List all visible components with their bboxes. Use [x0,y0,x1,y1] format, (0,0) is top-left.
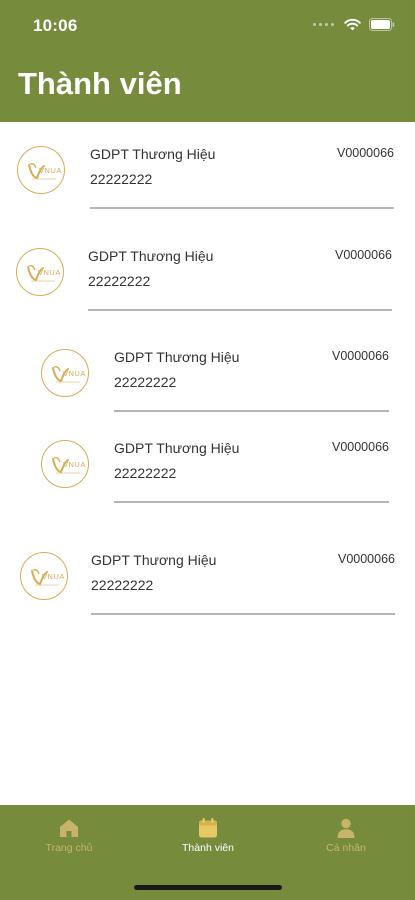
member-name: GDPT Thương Hiệu [114,349,240,365]
tab-profile-label: Cá nhân [326,842,366,854]
member-phone: 22222222 [90,171,153,187]
member-list-item[interactable]: VNUA GDPT Thương Hiệu V0000066 22222222 [16,248,392,318]
tab-home[interactable]: Trang chủ [14,817,124,867]
home-icon [60,819,78,837]
tab-members-label: Thành viên [182,842,234,854]
member-list-item[interactable]: VNUA GDPT Thương Hiệu V0000066 22222222 [20,552,395,622]
vnua-logo-icon: VNUA [28,163,62,180]
member-divider [88,309,392,311]
member-phone: 22222222 [91,577,154,593]
member-code: V0000066 [331,349,389,363]
member-name: GDPT Thương Hiệu [91,552,217,568]
home-indicator [134,885,282,890]
logo-wordmark: VNUA [63,460,86,469]
member-divider [114,410,389,412]
calendar-icon [199,818,217,838]
page-title: Thành viên [18,66,182,101]
member-name: GDPT Thương Hiệu [88,248,214,264]
app-header: 10:06 Thành viên [0,0,415,122]
member-code: V0000066 [331,440,389,454]
status-icons [313,18,395,31]
member-avatar: VNUA [20,552,68,600]
vnua-logo-icon: VNUA [52,457,86,474]
tab-profile[interactable]: Cá nhân [291,817,401,867]
logo-wordmark: VNUA [38,268,61,277]
tab-home-label: Trang chủ [45,842,93,854]
member-phone: 22222222 [114,374,177,390]
vnua-logo-icon: VNUA [31,569,65,586]
signal-dots-icon [313,23,334,26]
member-name: GDPT Thương Hiệu [114,440,240,456]
member-divider [114,501,389,503]
member-avatar: VNUA [41,349,89,397]
vnua-logo-icon: VNUA [27,265,61,282]
member-code: V0000066 [334,248,392,262]
member-name: GDPT Thương Hiệu [90,146,216,162]
member-phone: 22222222 [88,273,151,289]
member-avatar: VNUA [16,248,64,296]
member-divider [90,207,394,209]
member-code: V0000066 [336,146,394,160]
member-list-item[interactable]: VNUA GDPT Thương Hiệu V0000066 22222222 [41,349,389,419]
battery-icon [369,18,395,31]
logo-wordmark: VNUA [42,572,65,581]
member-avatar: VNUA [41,440,89,488]
member-list-item[interactable]: VNUA GDPT Thương Hiệu V0000066 22222222 [17,146,394,216]
status-time: 10:06 [33,16,78,35]
vnua-logo-icon: VNUA [52,366,86,383]
member-divider [91,613,395,615]
wifi-icon [344,18,361,31]
person-icon [337,818,355,838]
member-phone: 22222222 [114,465,177,481]
logo-wordmark: VNUA [39,166,62,175]
member-code: V0000066 [337,552,395,566]
tab-members[interactable]: Thành viên [153,817,263,867]
logo-wordmark: VNUA [63,369,86,378]
member-list-item[interactable]: VNUA GDPT Thương Hiệu V0000066 22222222 [41,440,389,510]
member-avatar: VNUA [17,146,65,194]
